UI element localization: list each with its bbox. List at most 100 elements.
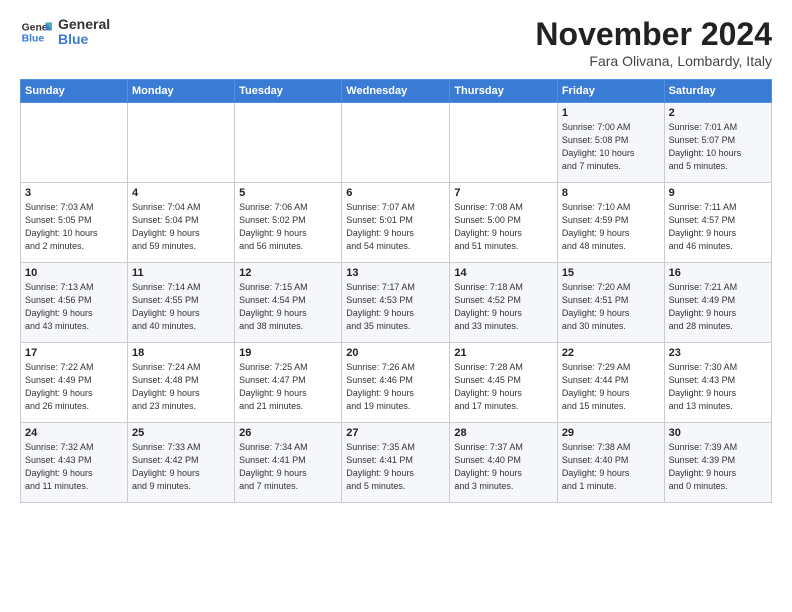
day-cell xyxy=(128,103,235,183)
day-number: 3 xyxy=(25,187,123,199)
weekday-header-thursday: Thursday xyxy=(450,80,557,103)
day-cell: 25 Sunrise: 7:33 AMSunset: 4:42 PMDayligh… xyxy=(128,423,235,503)
weekday-header-saturday: Saturday xyxy=(664,80,771,103)
day-info: Sunrise: 7:20 AMSunset: 4:51 PMDaylight:… xyxy=(562,281,660,333)
weekday-header-sunday: Sunday xyxy=(21,80,128,103)
day-number: 14 xyxy=(454,267,552,279)
day-info: Sunrise: 7:21 AMSunset: 4:49 PMDaylight:… xyxy=(669,281,767,333)
day-cell: 3 Sunrise: 7:03 AMSunset: 5:05 PMDaylight… xyxy=(21,183,128,263)
day-info: Sunrise: 7:28 AMSunset: 4:45 PMDaylight:… xyxy=(454,361,552,413)
day-cell xyxy=(450,103,557,183)
day-info: Sunrise: 7:08 AMSunset: 5:00 PMDaylight:… xyxy=(454,201,552,253)
day-info: Sunrise: 7:34 AMSunset: 4:41 PMDaylight:… xyxy=(239,441,337,493)
day-cell: 6 Sunrise: 7:07 AMSunset: 5:01 PMDaylight… xyxy=(342,183,450,263)
day-number: 4 xyxy=(132,187,230,199)
day-cell xyxy=(235,103,342,183)
day-info: Sunrise: 7:26 AMSunset: 4:46 PMDaylight:… xyxy=(346,361,445,413)
day-cell: 14 Sunrise: 7:18 AMSunset: 4:52 PMDayligh… xyxy=(450,263,557,343)
day-number: 8 xyxy=(562,187,660,199)
svg-text:Blue: Blue xyxy=(22,34,45,45)
day-cell xyxy=(342,103,450,183)
day-number: 17 xyxy=(25,347,123,359)
day-cell: 18 Sunrise: 7:24 AMSunset: 4:48 PMDayligh… xyxy=(128,343,235,423)
day-number: 2 xyxy=(669,107,767,119)
day-number: 27 xyxy=(346,427,445,439)
day-cell: 21 Sunrise: 7:28 AMSunset: 4:45 PMDayligh… xyxy=(450,343,557,423)
day-cell: 22Sunrise: 7:29 AMSunset: 4:44 PMDayligh… xyxy=(557,343,664,423)
day-number: 24 xyxy=(25,427,123,439)
day-info: Sunrise: 7:15 AMSunset: 4:54 PMDaylight:… xyxy=(239,281,337,333)
day-cell: 28Sunrise: 7:37 AMSunset: 4:40 PMDayligh… xyxy=(450,423,557,503)
day-cell: 4 Sunrise: 7:04 AMSunset: 5:04 PMDaylight… xyxy=(128,183,235,263)
day-cell: 30 Sunrise: 7:39 AMSunset: 4:39 PMDayligh… xyxy=(664,423,771,503)
day-info: Sunrise: 7:33 AMSunset: 4:42 PMDaylight:… xyxy=(132,441,230,493)
calendar-header: SundayMondayTuesdayWednesdayThursdayFrid… xyxy=(21,80,772,103)
day-info: Sunrise: 7:39 AMSunset: 4:39 PMDaylight:… xyxy=(669,441,767,493)
day-cell: 20 Sunrise: 7:26 AMSunset: 4:46 PMDayligh… xyxy=(342,343,450,423)
day-number: 29 xyxy=(562,427,660,439)
day-number: 7 xyxy=(454,187,552,199)
day-number: 16 xyxy=(669,267,767,279)
day-number: 13 xyxy=(346,267,445,279)
day-number: 18 xyxy=(132,347,230,359)
week-row-3: 10 Sunrise: 7:13 AMSunset: 4:56 PMDayligh… xyxy=(21,263,772,343)
day-number: 11 xyxy=(132,267,230,279)
day-info: Sunrise: 7:37 AMSunset: 4:40 PMDaylight:… xyxy=(454,441,552,493)
day-number: 25 xyxy=(132,427,230,439)
day-info: Sunrise: 7:14 AMSunset: 4:55 PMDaylight:… xyxy=(132,281,230,333)
day-info: Sunrise: 7:00 AMSunset: 5:08 PMDaylight:… xyxy=(562,121,660,173)
day-cell xyxy=(21,103,128,183)
day-cell: 17 Sunrise: 7:22 AMSunset: 4:49 PMDayligh… xyxy=(21,343,128,423)
logo: General Blue General Blue xyxy=(20,16,110,48)
day-info: Sunrise: 7:18 AMSunset: 4:52 PMDaylight:… xyxy=(454,281,552,333)
day-info: Sunrise: 7:35 AMSunset: 4:41 PMDaylight:… xyxy=(346,441,445,493)
day-info: Sunrise: 7:30 AMSunset: 4:43 PMDaylight:… xyxy=(669,361,767,413)
day-number: 23 xyxy=(669,347,767,359)
day-number: 20 xyxy=(346,347,445,359)
day-cell: 10 Sunrise: 7:13 AMSunset: 4:56 PMDayligh… xyxy=(21,263,128,343)
day-cell: 27 Sunrise: 7:35 AMSunset: 4:41 PMDayligh… xyxy=(342,423,450,503)
week-row-1: 1 Sunrise: 7:00 AMSunset: 5:08 PMDaylight… xyxy=(21,103,772,183)
weekday-row: SundayMondayTuesdayWednesdayThursdayFrid… xyxy=(21,80,772,103)
day-number: 30 xyxy=(669,427,767,439)
day-info: Sunrise: 7:11 AMSunset: 4:57 PMDaylight:… xyxy=(669,201,767,253)
day-number: 1 xyxy=(562,107,660,119)
logo-icon: General Blue xyxy=(20,16,52,48)
day-number: 15 xyxy=(562,267,660,279)
day-cell: 9 Sunrise: 7:11 AMSunset: 4:57 PMDaylight… xyxy=(664,183,771,263)
day-cell: 13 Sunrise: 7:17 AMSunset: 4:53 PMDayligh… xyxy=(342,263,450,343)
calendar: SundayMondayTuesdayWednesdayThursdayFrid… xyxy=(20,79,772,503)
day-info: Sunrise: 7:10 AMSunset: 4:59 PMDaylight:… xyxy=(562,201,660,253)
day-number: 19 xyxy=(239,347,337,359)
day-info: Sunrise: 7:22 AMSunset: 4:49 PMDaylight:… xyxy=(25,361,123,413)
day-info: Sunrise: 7:07 AMSunset: 5:01 PMDaylight:… xyxy=(346,201,445,253)
day-cell: 19Sunrise: 7:25 AMSunset: 4:47 PMDayligh… xyxy=(235,343,342,423)
day-info: Sunrise: 7:04 AMSunset: 5:04 PMDaylight:… xyxy=(132,201,230,253)
month-title: November 2024 xyxy=(535,16,772,53)
header: General Blue General Blue November 2024 … xyxy=(20,16,772,69)
weekday-header-tuesday: Tuesday xyxy=(235,80,342,103)
week-row-4: 17 Sunrise: 7:22 AMSunset: 4:49 PMDayligh… xyxy=(21,343,772,423)
day-number: 22 xyxy=(562,347,660,359)
day-info: Sunrise: 7:03 AMSunset: 5:05 PMDaylight:… xyxy=(25,201,123,253)
day-number: 9 xyxy=(669,187,767,199)
day-cell: 1 Sunrise: 7:00 AMSunset: 5:08 PMDaylight… xyxy=(557,103,664,183)
day-info: Sunrise: 7:17 AMSunset: 4:53 PMDaylight:… xyxy=(346,281,445,333)
day-cell: 7 Sunrise: 7:08 AMSunset: 5:00 PMDaylight… xyxy=(450,183,557,263)
page: General Blue General Blue November 2024 … xyxy=(0,0,792,612)
day-info: Sunrise: 7:13 AMSunset: 4:56 PMDaylight:… xyxy=(25,281,123,333)
day-number: 21 xyxy=(454,347,552,359)
title-area: November 2024 Fara Olivana, Lombardy, It… xyxy=(535,16,772,69)
weekday-header-monday: Monday xyxy=(128,80,235,103)
week-row-2: 3 Sunrise: 7:03 AMSunset: 5:05 PMDaylight… xyxy=(21,183,772,263)
day-number: 12 xyxy=(239,267,337,279)
day-cell: 16 Sunrise: 7:21 AMSunset: 4:49 PMDayligh… xyxy=(664,263,771,343)
day-cell: 11 Sunrise: 7:14 AMSunset: 4:55 PMDayligh… xyxy=(128,263,235,343)
day-cell: 2Sunrise: 7:01 AMSunset: 5:07 PMDaylight… xyxy=(664,103,771,183)
day-info: Sunrise: 7:24 AMSunset: 4:48 PMDaylight:… xyxy=(132,361,230,413)
day-number: 10 xyxy=(25,267,123,279)
day-number: 6 xyxy=(346,187,445,199)
day-cell: 26Sunrise: 7:34 AMSunset: 4:41 PMDayligh… xyxy=(235,423,342,503)
day-cell: 12 Sunrise: 7:15 AMSunset: 4:54 PMDayligh… xyxy=(235,263,342,343)
day-number: 5 xyxy=(239,187,337,199)
